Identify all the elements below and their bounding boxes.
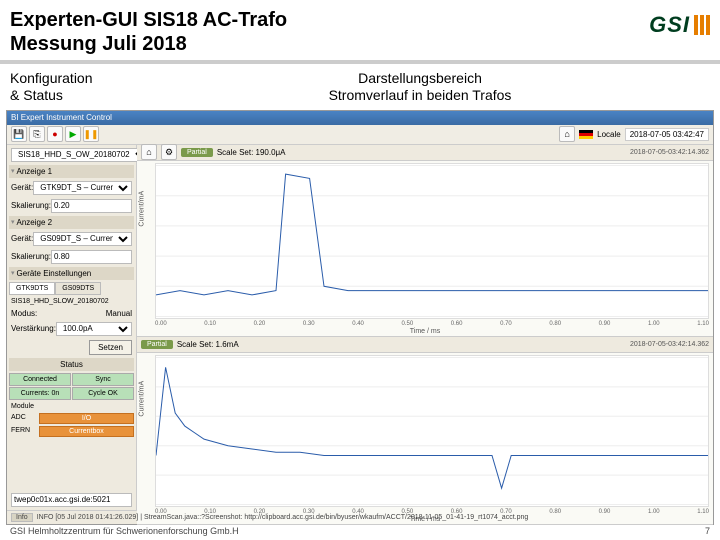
chart2-timestamp: 2018-07-05-03:42:14.362 — [630, 341, 709, 348]
slide-footer: GSI Helmholtzzentrum für Schwerionenfors… — [0, 526, 720, 536]
chevron-down-icon: ▾ — [11, 218, 15, 226]
device-tabs: GTK9DTS GS09DTS — [9, 282, 134, 295]
chart-opts-icon[interactable]: ⚙ — [161, 144, 177, 160]
host-input[interactable] — [11, 493, 132, 507]
record-button[interactable]: ● — [47, 126, 63, 142]
info-tab[interactable]: Info — [11, 513, 33, 522]
toolbar-timestamp: 2018-07-05 03:42:47 — [625, 128, 709, 141]
verstaerkung-dropdown[interactable]: 100.0pA — [56, 322, 132, 336]
statusbar-text: INFO [05 Jul 2018 01:41:26.029] | Stream… — [37, 514, 529, 521]
modus-value: Manual — [106, 309, 132, 318]
export-button[interactable]: ⎘ — [29, 126, 45, 142]
skalierung2-input[interactable] — [51, 250, 132, 264]
anzeige2-header[interactable]: ▾ Anzeige 2 — [9, 216, 134, 229]
context-dropdown[interactable]: SIS18_HHD_S_OW_20180702 — [11, 148, 149, 162]
config-status-label: Konfiguration & Status — [10, 70, 130, 104]
skalierung1-input[interactable] — [51, 199, 132, 213]
page-number: 7 — [705, 526, 710, 536]
window-title: BI Expert Instrument Control — [11, 113, 112, 122]
chart1-toolbar: ⌂ ⚙ Partial Scale Set: 190.0μA 2018-07-0… — [137, 145, 713, 161]
chevron-down-icon: ▾ — [11, 269, 15, 277]
home-button[interactable]: ⌂ — [559, 126, 575, 142]
app-titlebar: BI Expert Instrument Control — [7, 111, 713, 125]
status-currents: Currents: 0n — [9, 387, 71, 400]
chart1-plot[interactable]: Current/mA — [155, 163, 709, 319]
main-toolbar: 💾 ⎘ ● ▶ ❚❚ ⌂ Locale 2018-07-05 03:42:47 — [7, 125, 713, 145]
anzeige1-header[interactable]: ▾ Anzeige 1 — [9, 165, 134, 178]
status-cycle: Cycle OK — [72, 387, 134, 400]
section-labels: Konfiguration & Status Darstellungsberei… — [0, 64, 720, 110]
footer-org: GSI Helmholtzzentrum für Schwerionenfors… — [10, 526, 239, 536]
chart2-scale: Scale Set: 1.6mA — [177, 340, 239, 349]
display-area-label: Darstellungsbereich Stromverlauf in beid… — [130, 70, 710, 104]
geraet2-dropdown[interactable]: GS09DT_S – Current — [33, 232, 132, 246]
skalierung1-label: Skalierung: — [11, 201, 51, 210]
settings-header[interactable]: ▾ Geräte Einstellungen — [9, 267, 134, 280]
locale-label[interactable]: Locale — [597, 130, 621, 139]
save-button[interactable]: 💾 — [11, 126, 27, 142]
status-sync: Sync — [72, 373, 134, 386]
context2: SIS18_HHD_SLOW_20180702 — [11, 298, 109, 305]
charts-area: ⌂ ⚙ Partial Scale Set: 190.0μA 2018-07-0… — [137, 145, 713, 510]
partial-button[interactable]: Partial — [181, 148, 213, 157]
title-line2: Messung Juli 2018 — [10, 32, 287, 56]
chevron-down-icon: ▾ — [11, 167, 15, 175]
status-connected: Connected — [9, 373, 71, 386]
mod-adc-value: I/O — [39, 413, 134, 424]
chart-home-icon[interactable]: ⌂ — [141, 144, 157, 160]
status-grid: Connected Sync Currents: 0n Cycle OK — [9, 373, 134, 400]
chart1-ylabel: Current/mA — [139, 190, 146, 226]
german-flag-icon — [579, 130, 593, 139]
config-sidebar: SIS18_HHD_S_OW_20180702 ▾ Anzeige 1 Gerä… — [7, 145, 137, 510]
play-button[interactable]: ▶ — [65, 126, 81, 142]
mod-fern-value: Currentbox — [39, 426, 134, 437]
chart2-ylabel: Current/mA — [139, 380, 146, 416]
setzen-button[interactable]: Setzen — [89, 340, 132, 355]
geraet2-label: Gerät: — [11, 234, 33, 243]
tab-gs09dts[interactable]: GS09DTS — [55, 282, 101, 295]
gsi-logo: GSI — [649, 8, 710, 38]
logo-bars-icon — [694, 15, 710, 35]
modus-label: Modus: — [11, 309, 37, 318]
chart1-pane: ⌂ ⚙ Partial Scale Set: 190.0μA 2018-07-0… — [137, 145, 713, 337]
slide-title: Experten-GUI SIS18 AC-Trafo Messung Juli… — [10, 8, 287, 56]
chart1-timestamp: 2018-07-05-03:42:14.362 — [630, 149, 709, 156]
mod-fern-label: FERN — [9, 426, 39, 437]
status-header: Status — [9, 358, 134, 371]
chart2-pane: Partial Scale Set: 1.6mA 2018-07-05-03:4… — [137, 337, 713, 525]
chart1-scale: Scale Set: 190.0μA — [217, 148, 286, 157]
chart2-toolbar: Partial Scale Set: 1.6mA 2018-07-05-03:4… — [137, 337, 713, 353]
chart1-xlabel: Time / ms — [137, 327, 713, 336]
pause-button[interactable]: ❚❚ — [83, 126, 99, 142]
geraet1-label: Gerät: — [11, 183, 33, 192]
title-line1: Experten-GUI SIS18 AC-Trafo — [10, 8, 287, 32]
chart2-plot[interactable]: Current/mA — [155, 355, 709, 507]
geraet1-dropdown[interactable]: GTK9DT_S – Current — [33, 181, 132, 195]
mod-adc-label: ADC — [9, 413, 39, 424]
partial-button[interactable]: Partial — [141, 340, 173, 349]
module-label: Module — [9, 402, 134, 411]
logo-text: GSI — [649, 12, 690, 38]
slide-header: Experten-GUI SIS18 AC-Trafo Messung Juli… — [0, 0, 720, 64]
skalierung2-label: Skalierung: — [11, 252, 51, 261]
verstaerkung-label: Verstärkung: — [11, 324, 56, 333]
app-window: BI Expert Instrument Control 💾 ⎘ ● ▶ ❚❚ … — [6, 110, 714, 525]
tab-gtk9dts[interactable]: GTK9DTS — [9, 282, 55, 295]
